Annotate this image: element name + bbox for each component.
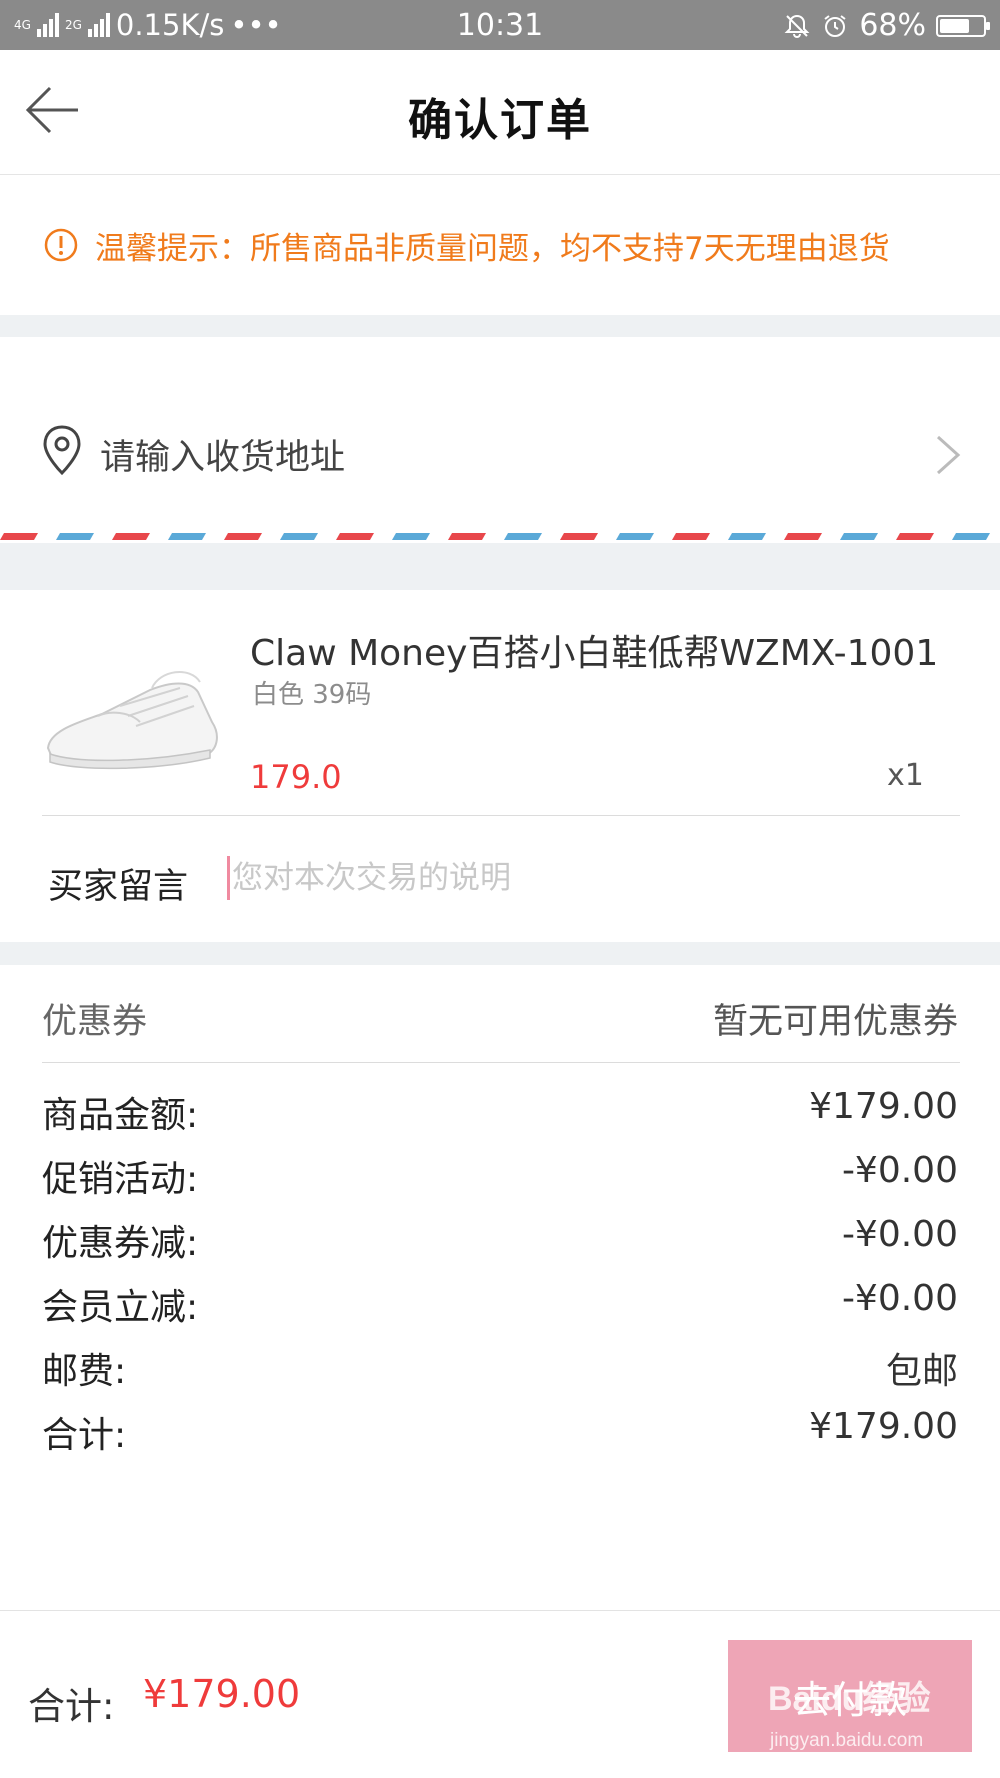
footer-total-amount: ¥179.00	[143, 1672, 301, 1716]
location-pin-icon	[43, 425, 81, 476]
summary-label: 会员立减:	[42, 1287, 199, 1328]
airmail-stripe	[112, 533, 150, 540]
airmail-stripe	[560, 533, 598, 540]
summary-label: 促销活动:	[42, 1159, 199, 1200]
airmail-stripe	[168, 533, 206, 540]
summary-value: 包邮	[885, 1351, 958, 1392]
footer-divider	[0, 1610, 1000, 1611]
product-quantity: x1	[887, 758, 924, 793]
battery-percent: 68%	[859, 8, 926, 43]
summary-label: 商品金额:	[42, 1095, 199, 1136]
summary-label: 优惠券减:	[42, 1223, 199, 1264]
buyer-message-input[interactable]	[232, 850, 952, 906]
summary-label: 合计:	[42, 1415, 127, 1456]
summary-row-member-discount: 会员立减: -¥0.00	[42, 1278, 958, 1334]
text-cursor	[227, 856, 230, 900]
summary-row-coupon-discount: 优惠券减: -¥0.00	[42, 1214, 958, 1270]
airmail-stripe	[56, 533, 94, 540]
address-selector[interactable]: 请输入收货地址	[0, 337, 1000, 533]
battery-level-fill	[940, 18, 969, 33]
return-policy-notice: 温馨提示：所售商品非质量问题，均不支持7天无理由退货	[0, 175, 1000, 315]
white-sneaker-image	[40, 630, 230, 790]
summary-row-total: 合计: ¥179.00	[42, 1406, 958, 1462]
airmail-stripe	[616, 533, 654, 540]
buyer-message-label: 买家留言	[48, 867, 189, 907]
battery-icon	[936, 14, 990, 37]
summary-row-promotion: 促销活动: -¥0.00	[42, 1150, 958, 1206]
product-spec: 白色 39码	[252, 680, 372, 710]
airmail-stripe	[896, 533, 934, 540]
alarm-icon	[824, 14, 846, 37]
section-gap	[0, 543, 1000, 590]
divider	[42, 1062, 960, 1063]
airmail-stripe	[784, 533, 822, 540]
notice-text: 温馨提示：所售商品非质量问题，均不支持7天无理由退货	[95, 231, 890, 267]
coupon-label: 优惠券	[42, 1002, 148, 1042]
status-bar: 4G 2G 0.15K/s ••• 10:31 68%	[0, 0, 1000, 50]
summary-value: -¥0.00	[841, 1278, 958, 1319]
airmail-stripe	[392, 533, 430, 540]
divider	[42, 815, 960, 816]
airmail-stripe	[728, 533, 766, 540]
summary-row-shipping: 邮费: 包邮	[42, 1342, 958, 1398]
airmail-stripe	[840, 533, 878, 540]
airmail-stripe	[280, 533, 318, 540]
nav-header: 确认订单	[0, 50, 1000, 175]
airmail-stripe	[0, 533, 38, 540]
page-title: 确认订单	[408, 95, 592, 146]
airmail-stripe	[336, 533, 374, 540]
pay-button[interactable]: 去付款	[728, 1640, 972, 1752]
address-placeholder: 请输入收货地址	[100, 438, 346, 478]
summary-value: ¥179.00	[809, 1406, 958, 1447]
section-gap	[0, 315, 1000, 337]
airmail-stripe	[952, 533, 990, 540]
summary-value: -¥0.00	[841, 1214, 958, 1255]
coupon-row[interactable]: 优惠券 暂无可用优惠券	[0, 965, 1000, 1063]
product-card: Claw Money百搭小白鞋低帮WZMX-1001 白色 39码 179.0 …	[0, 590, 1000, 942]
summary-value: -¥0.00	[841, 1150, 958, 1191]
airmail-stripe	[504, 533, 542, 540]
summary-value: ¥179.00	[809, 1086, 958, 1127]
mute-bell-icon	[784, 14, 810, 38]
airmail-border	[0, 533, 990, 540]
footer-total-label: 合计:	[28, 1685, 115, 1728]
summary-row-subtotal: 商品金额: ¥179.00	[42, 1086, 958, 1142]
airmail-stripe	[224, 533, 262, 540]
airmail-stripe	[448, 533, 486, 540]
status-right: 68%	[783, 8, 990, 43]
warning-icon	[44, 228, 78, 262]
product-price: 179.0	[250, 758, 342, 796]
coupon-value: 暂无可用优惠券	[712, 1002, 958, 1042]
section-gap	[0, 942, 1000, 965]
product-name: Claw Money百搭小白鞋低帮WZMX-1001	[250, 633, 939, 674]
chevron-right-icon	[936, 435, 961, 475]
airmail-stripe	[672, 533, 710, 540]
summary-label: 邮费:	[42, 1351, 127, 1392]
